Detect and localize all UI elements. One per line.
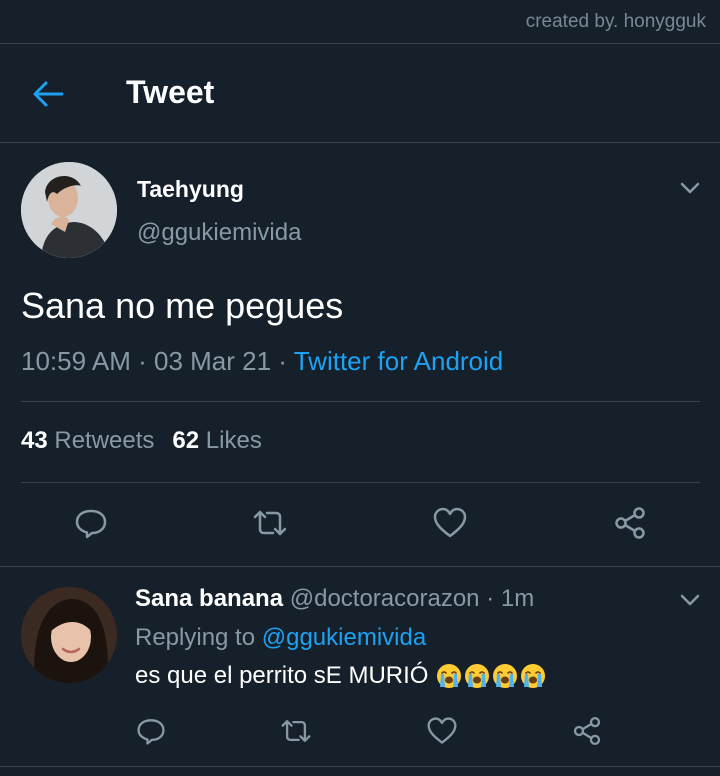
likes-stat[interactable]: 62 Likes — [172, 427, 261, 454]
like-button[interactable] — [430, 503, 470, 543]
tweet-meta: 10:59 AM · 03 Mar 21 · Twitter for Andro… — [21, 346, 503, 377]
page-title: Tweet — [126, 74, 215, 110]
reply-options-button[interactable] — [678, 588, 702, 612]
tweet-text: Sana no me pegues — [21, 285, 344, 326]
back-button[interactable] — [30, 78, 66, 110]
like-icon — [433, 507, 467, 538]
reply-icon — [137, 719, 165, 745]
separator-dot: · — [138, 346, 154, 376]
author-handle[interactable]: @ggukiemivida — [137, 219, 301, 247]
reply-share-button[interactable] — [567, 711, 607, 751]
reply-icon — [75, 509, 107, 539]
retweets-label: Retweets — [54, 427, 155, 454]
watermark-credit: created by. honygguk — [525, 11, 706, 32]
reply-button[interactable] — [71, 503, 111, 543]
like-icon — [427, 717, 457, 744]
tweet-date: 03 Mar 21 — [153, 346, 272, 376]
reply-retweet-button[interactable] — [276, 711, 316, 751]
divider — [21, 401, 700, 402]
retweet-icon — [253, 510, 287, 536]
back-arrow-icon — [33, 81, 64, 107]
retweets-count: 43 — [21, 427, 48, 454]
likes-count: 62 — [172, 427, 200, 454]
reply-author-handle[interactable]: @doctoracorazon — [290, 585, 480, 612]
avatar-image — [21, 162, 117, 258]
divider — [0, 566, 720, 567]
tweet-time: 10:59 AM — [21, 346, 131, 376]
reply-header: Sana banana @doctoracorazon · 1m — [135, 585, 534, 613]
reply-avatar[interactable] — [21, 587, 117, 683]
separator-dot: · — [278, 346, 294, 376]
top-app-bar: Tweet — [0, 44, 720, 144]
tweet-source-link[interactable]: Twitter for Android — [294, 346, 504, 376]
replying-to-mention[interactable]: @ggukiemivida — [262, 624, 426, 651]
divider — [21, 482, 700, 483]
divider — [0, 142, 720, 143]
loudly-crying-face-emoji — [465, 664, 490, 688]
avatar-image — [21, 587, 117, 683]
reply-author-name[interactable]: Sana banana — [135, 585, 283, 612]
avatar[interactable] — [21, 162, 117, 258]
reply-text: es que el perrito sE MURIÓ — [135, 662, 429, 689]
loudly-crying-face-emoji — [521, 664, 546, 688]
reply-like-button[interactable] — [422, 711, 462, 751]
chevron-down-icon — [680, 594, 700, 606]
replying-to-label: Replying to — [135, 624, 256, 651]
retweet-button[interactable] — [250, 503, 290, 543]
chevron-down-icon — [680, 182, 700, 194]
share-button[interactable] — [610, 503, 650, 543]
separator-dot: · — [479, 585, 501, 612]
retweets-stat[interactable]: 43 Retweets — [21, 427, 154, 454]
replying-to: Replying to @ggukiemivida — [135, 624, 426, 652]
share-icon — [573, 716, 601, 746]
tweet-options-button[interactable] — [678, 176, 702, 200]
reply-reply-button[interactable] — [131, 711, 171, 751]
author-name[interactable]: Taehyung — [137, 176, 244, 203]
reply-text-row: es que el perrito sE MURIÓ — [135, 662, 546, 690]
tweet-stats: 43 Retweets 62 Likes — [21, 427, 262, 455]
retweet-icon — [281, 720, 311, 742]
reply-time: 1m — [500, 585, 535, 612]
likes-label: Likes — [205, 427, 262, 454]
loudly-crying-face-emoji — [437, 664, 462, 688]
loudly-crying-face-emoji — [493, 664, 518, 688]
divider — [0, 766, 720, 767]
share-icon — [615, 507, 645, 539]
